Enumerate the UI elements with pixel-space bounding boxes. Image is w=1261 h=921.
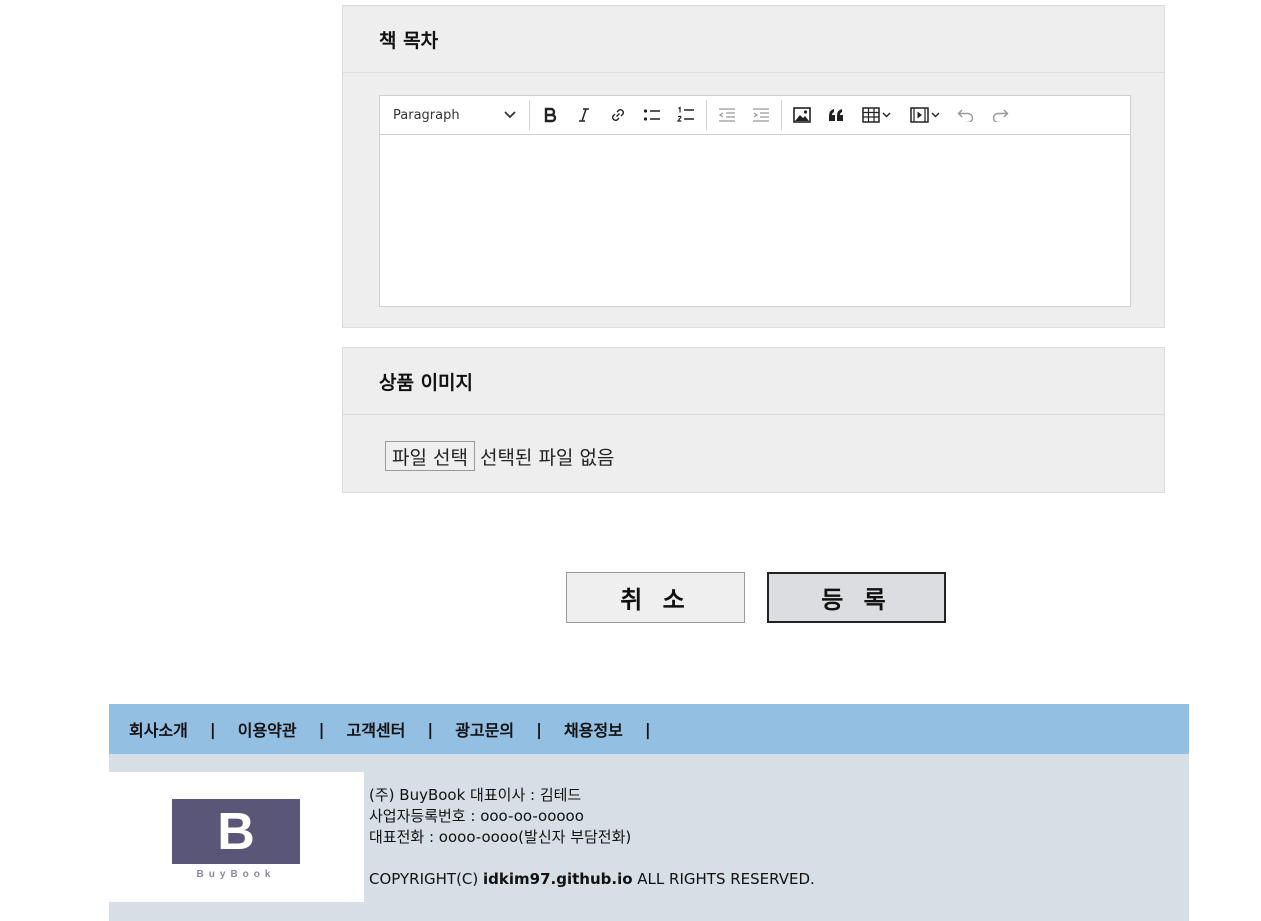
- editor-content-area[interactable]: [380, 135, 1130, 305]
- biz-number-line: 사업자등록번호 : ooo-oo-ooooo: [369, 807, 584, 825]
- paragraph-format-dropdown[interactable]: Paragraph: [380, 96, 526, 135]
- toolbar-separator: [706, 100, 707, 130]
- submit-button[interactable]: 등 록: [767, 572, 946, 623]
- copyright-suffix: ALL RIGHTS RESERVED.: [632, 870, 815, 888]
- file-input: 파일 선택 선택된 파일 없음: [385, 441, 614, 471]
- footer-nav-separator: |: [318, 719, 325, 739]
- numbered-list-icon[interactable]: [669, 99, 703, 131]
- file-status-text: 선택된 파일 없음: [479, 446, 615, 469]
- copyright-line: COPYRIGHT(C) idkim97.github.io ALL RIGHT…: [369, 869, 815, 890]
- table-icon[interactable]: [853, 99, 901, 131]
- image-section-header: 상품 이미지: [343, 348, 1164, 415]
- footer-link-ads[interactable]: 광고문의: [455, 717, 514, 741]
- media-icon[interactable]: [901, 99, 949, 131]
- copyright-prefix: COPYRIGHT(C): [369, 870, 484, 888]
- toolbar-separator: [529, 100, 530, 130]
- company-info: (주) BuyBook 대표이사 : 김테드 사업자등록번호 : ooo-oo-…: [369, 785, 815, 890]
- footer-nav: 회사소개 | 이용약관 | 고객센터 | 광고문의 | 채용정보 |: [109, 704, 1189, 754]
- footer-link-about[interactable]: 회사소개: [129, 717, 188, 741]
- toolbar-separator: [781, 100, 782, 130]
- footer-info: B BuyBook (주) BuyBook 대표이사 : 김테드 사업자등록번호…: [109, 754, 1189, 921]
- paragraph-format-label: Paragraph: [393, 107, 460, 123]
- footer-logo: B BuyBook: [109, 772, 364, 902]
- phone-line: 대표전화 : oooo-oooo(발신자 부담전화): [369, 828, 632, 846]
- footer-nav-separator: |: [536, 719, 542, 739]
- footer-nav-separator: |: [209, 719, 216, 739]
- image-section: 상품 이미지 파일 선택 선택된 파일 없음: [342, 347, 1165, 493]
- image-icon[interactable]: [785, 99, 819, 131]
- editor-toolbar: Paragraph: [380, 96, 1130, 135]
- logo-text: BuyBook: [196, 869, 276, 880]
- footer-nav-separator: |: [427, 719, 434, 739]
- blockquote-icon[interactable]: [819, 99, 853, 131]
- redo-icon[interactable]: [983, 99, 1017, 131]
- toc-section-header: 책 목차: [343, 6, 1164, 73]
- company-line: (주) BuyBook 대표이사 : 김테드: [369, 786, 582, 804]
- copyright-site: idkim97.github.io: [483, 870, 633, 888]
- footer-link-terms[interactable]: 이용약관: [238, 717, 297, 741]
- bulleted-list-icon[interactable]: [635, 99, 669, 131]
- bold-icon[interactable]: [533, 99, 567, 131]
- footer-link-support[interactable]: 고객센터: [346, 717, 405, 741]
- chevron-down-icon: [504, 108, 516, 123]
- cancel-button[interactable]: 취 소: [566, 572, 745, 623]
- link-icon[interactable]: [601, 99, 635, 131]
- rich-text-editor: Paragraph: [379, 95, 1131, 307]
- choose-file-button[interactable]: 파일 선택: [385, 441, 475, 471]
- image-section-title: 상품 이미지: [379, 371, 474, 394]
- footer-nav-separator: |: [644, 719, 651, 739]
- toc-section-title: 책 목차: [379, 29, 439, 52]
- italic-icon[interactable]: [567, 99, 601, 131]
- toc-section: 책 목차 Paragraph: [342, 5, 1165, 328]
- outdent-icon[interactable]: [710, 99, 744, 131]
- undo-icon[interactable]: [949, 99, 983, 131]
- logo-mark: B: [172, 799, 300, 864]
- indent-icon[interactable]: [744, 99, 778, 131]
- footer-link-careers[interactable]: 채용정보: [564, 717, 623, 741]
